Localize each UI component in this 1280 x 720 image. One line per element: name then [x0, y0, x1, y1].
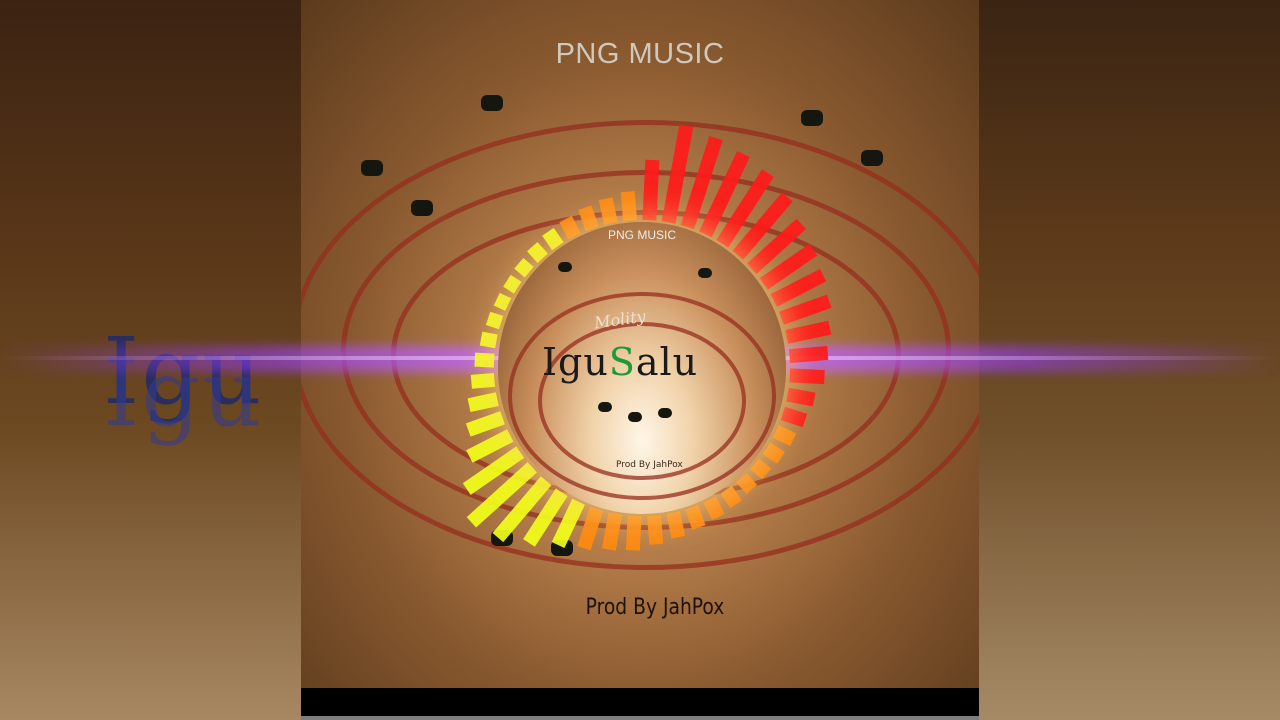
visualizer-bar	[661, 124, 694, 224]
disc-bead	[698, 268, 712, 278]
cover-title-part: S	[608, 340, 636, 384]
visualizer-bar	[736, 473, 757, 495]
visualizer-bar	[625, 515, 642, 551]
visualizer-bar	[762, 442, 785, 464]
visualizer-bar	[470, 372, 496, 389]
disc-bead	[658, 408, 672, 418]
cover-watermark: PNG MUSIC	[607, 228, 676, 242]
visualizer-bar	[465, 411, 505, 437]
disc-bead	[598, 402, 612, 412]
album-art-disc: PNG MUSIC Molity IguSalu Prod By JahPox	[498, 222, 786, 514]
visualizer-bar	[527, 241, 548, 263]
cover-producer: Prod By JahPox	[616, 460, 683, 470]
visualizer-bar	[780, 406, 808, 428]
visualizer-bar	[598, 197, 618, 225]
visualizer-bar	[786, 387, 816, 407]
visualizer-bar	[685, 505, 706, 530]
disc-bead	[628, 412, 642, 422]
visualizer-bar	[788, 345, 829, 364]
visualizer-bar	[789, 368, 825, 385]
visualizer-bar	[785, 320, 832, 344]
visualizer-bar	[551, 498, 585, 549]
visualizer-bar	[601, 512, 623, 551]
bottom-divider	[301, 716, 979, 720]
visualizer-bar	[514, 257, 534, 278]
visualizer-bar	[750, 458, 772, 480]
visualizer-bar	[466, 429, 514, 463]
cover-title: IguSalu	[542, 340, 698, 384]
visualizer-bar	[493, 292, 512, 311]
visualizer-bar	[772, 425, 797, 447]
visualizer-bar	[578, 205, 599, 231]
visualizer-bar	[479, 331, 498, 349]
disc-bead	[558, 262, 572, 272]
cover-title-part: alu	[635, 340, 699, 384]
visualizer-bar	[646, 514, 664, 545]
visualizer-bar	[666, 511, 686, 539]
visualizer-bar	[720, 485, 742, 509]
visualizer-bar	[485, 311, 504, 330]
cover-title-part: Igu	[542, 340, 609, 384]
visualizer-bar	[467, 392, 499, 413]
visualizer-bar	[503, 274, 522, 294]
visualizer-bar	[703, 496, 725, 521]
visualizer-bar	[642, 159, 660, 221]
visualizer-bar	[474, 352, 495, 368]
visualizer-bar	[779, 294, 832, 325]
visualizer-bar	[620, 191, 638, 222]
visualizer-bar	[577, 506, 604, 551]
